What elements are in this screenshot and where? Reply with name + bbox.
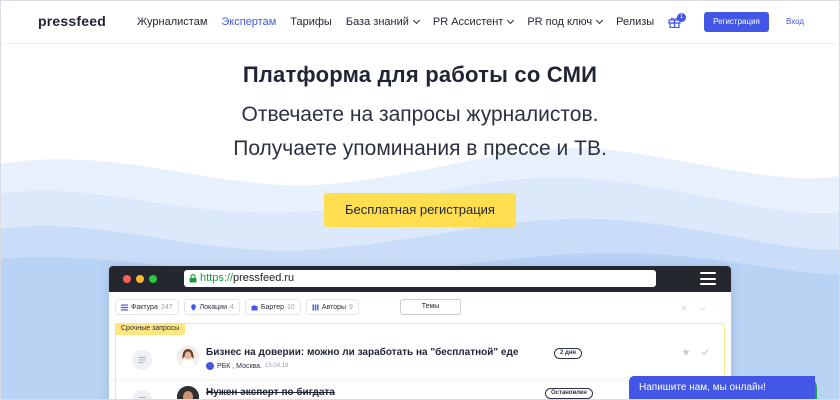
nav-item-pricing[interactable]: Тарифы: [290, 16, 332, 28]
list-icon: [121, 304, 128, 310]
status-badge: 2 дня: [554, 348, 582, 359]
nav-item-pr-turnkey[interactable]: PR под ключ: [527, 16, 604, 28]
hero-title: Платформа для работы со СМИ: [242, 62, 598, 87]
themes-button: Темы: [400, 299, 461, 315]
nav-item-journalists[interactable]: Журналистам: [137, 16, 207, 28]
hero-subtitle-line2: Получаете упоминания в прессе и ТВ.: [233, 137, 607, 160]
filter-bar: Фактура 247 Локации 4 Бартер 10 Авторы 9: [115, 299, 364, 315]
chevron-down-icon: [412, 16, 420, 25]
filter-chip-locations: Локации 4: [183, 299, 240, 315]
nav-item-releases[interactable]: Релизы: [616, 16, 654, 28]
hero-subtitle-line1: Отвечаете на запросы журналистов.: [241, 103, 599, 126]
avatar: [177, 386, 199, 400]
top-nav: pressfeed Журналистам Экспертам Тарифы Б…: [0, 0, 840, 44]
logo[interactable]: pressfeed: [38, 13, 106, 29]
free-registration-button[interactable]: Бесплатная регистрация: [324, 193, 516, 227]
location-pin-icon: [190, 303, 196, 311]
chevron-down-icon: [596, 16, 604, 25]
filter-chip-authors: Авторы 9: [305, 299, 359, 315]
verified-badge-icon: [206, 362, 214, 370]
url-scheme: https://: [200, 272, 234, 284]
nav-item-experts[interactable]: Экспертам: [221, 16, 276, 28]
register-button[interactable]: Регистрация: [704, 12, 769, 32]
window-close-dot: [123, 275, 131, 283]
main-menu: Журналистам Экспертам Тарифы База знаний…: [137, 16, 668, 28]
star-icon: [680, 304, 688, 312]
request-title: Нужен эксперт по бигдата: [206, 387, 335, 398]
document-icon: [132, 350, 152, 370]
star-icon: [682, 348, 690, 356]
lock-icon: [189, 274, 197, 283]
request-title: Бизнес на доверии: можно ли заработать н…: [206, 347, 519, 358]
filter-chip-barter: Бартер 10: [244, 299, 301, 315]
request-row: Бизнес на доверии: можно ли заработать н…: [109, 341, 731, 381]
window-minimize-dot: [136, 275, 144, 283]
notification-badge: 1: [677, 13, 686, 22]
author-icon: [312, 304, 319, 310]
avatar: [177, 346, 199, 368]
puzzle-icon: [251, 304, 258, 310]
nav-item-pr-assistant[interactable]: PR Ассистент: [433, 16, 515, 28]
check-icon: [699, 305, 707, 312]
url-host: pressfeed.ru: [233, 272, 295, 284]
chevron-down-icon: [507, 16, 515, 25]
window-maximize-dot: [149, 275, 157, 283]
filter-chip-facts: Фактура 247: [115, 299, 179, 315]
browser-titlebar: https://pressfeed.ru: [109, 266, 731, 292]
address-bar: https://pressfeed.ru: [184, 270, 656, 287]
chat-widget-button[interactable]: Напишите нам, мы онлайн!: [629, 376, 815, 400]
document-icon: [132, 390, 152, 400]
login-link[interactable]: Вход: [786, 17, 804, 26]
urgent-requests-label: Срочные запросы: [115, 323, 186, 335]
nav-item-knowledge-base[interactable]: База знаний: [346, 16, 420, 28]
check-icon: [701, 349, 709, 356]
status-badge: Остановлен: [545, 388, 593, 399]
hamburger-menu-icon: [700, 272, 716, 285]
request-meta: РБК , Москва. 15.04.18: [206, 362, 288, 370]
